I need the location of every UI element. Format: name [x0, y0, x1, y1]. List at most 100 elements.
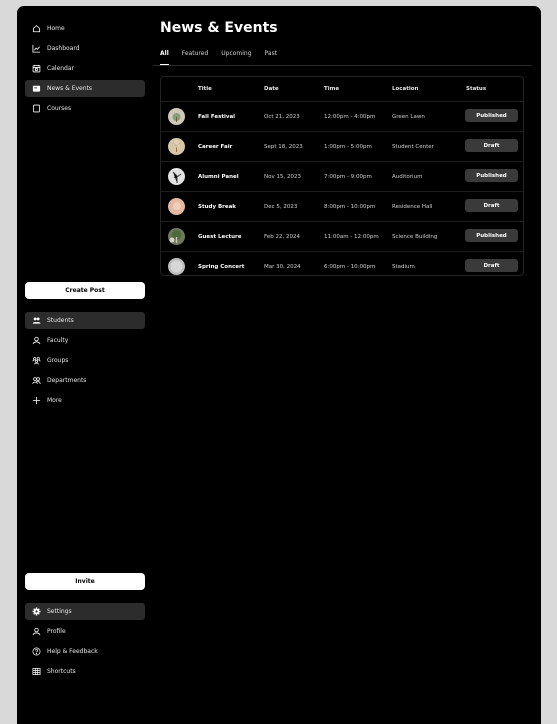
- event-title: Alumni Panel: [198, 174, 239, 180]
- status-badge[interactable]: Published: [465, 169, 518, 182]
- event-location: Auditorium: [392, 174, 423, 180]
- grid-icon: [31, 667, 41, 677]
- groups-icon: [31, 356, 41, 366]
- event-time: 8:00pm - 10:00pm: [324, 204, 376, 210]
- table-row[interactable]: Guest Lecture Feb 22, 2024 11:00am - 12:…: [161, 221, 523, 251]
- status-badge[interactable]: Published: [465, 229, 518, 242]
- sidebar-item-news-events[interactable]: News & Events: [25, 80, 145, 97]
- sidebar-item-courses[interactable]: Courses: [25, 100, 145, 117]
- event-date: Dec 5, 2023: [264, 204, 298, 210]
- event-title: Fall Festival: [198, 114, 236, 120]
- table-row[interactable]: Study Break Dec 5, 2023 8:00pm - 10:00pm…: [161, 191, 523, 221]
- sidebar-item-label: Faculty: [47, 337, 69, 344]
- sidebar-item-label: Help & Feedback: [47, 648, 98, 655]
- event-time: 7:00pm - 9:00pm: [324, 174, 372, 180]
- tab-all[interactable]: All: [160, 50, 169, 65]
- event-thumbnail: [168, 228, 185, 245]
- column-header-status[interactable]: Status: [466, 86, 486, 92]
- event-time: 1:00pm - 5:00pm: [324, 144, 372, 150]
- table-row[interactable]: Fall Festival Oct 21, 2023 12:00pm - 4:0…: [161, 101, 523, 131]
- event-location: Science Building: [392, 234, 438, 240]
- table-row[interactable]: Career Fair Sept 18, 2023 1:00pm - 5:00p…: [161, 131, 523, 161]
- status-badge[interactable]: Draft: [465, 199, 518, 212]
- column-header-date[interactable]: Date: [264, 86, 279, 92]
- sidebar-item-label: More: [47, 397, 62, 404]
- page-title: News & Events: [160, 20, 278, 36]
- event-thumbnail: [168, 198, 185, 215]
- event-title: Spring Concert: [198, 264, 245, 270]
- calendar-icon: [31, 64, 41, 74]
- person-icon: [31, 627, 41, 637]
- event-title: Study Break: [198, 204, 236, 210]
- gear-icon: [31, 607, 41, 617]
- tabs-divider: [153, 65, 532, 66]
- table-row[interactable]: Alumni Panel Nov 15, 2023 7:00pm - 9:00p…: [161, 161, 523, 191]
- event-time: 12:00pm - 4:00pm: [324, 114, 376, 120]
- sidebar-item-students[interactable]: Students: [25, 312, 145, 329]
- sidebar-item-label: Dashboard: [47, 45, 80, 52]
- person-icon: [31, 336, 41, 346]
- event-date: Sept 18, 2023: [264, 144, 303, 150]
- sidebar-item-settings[interactable]: Settings: [25, 603, 145, 620]
- event-location: Stadium: [392, 264, 415, 270]
- event-thumbnail: [168, 138, 185, 155]
- plus-icon: [31, 396, 41, 406]
- sidebar-item-groups[interactable]: Groups: [25, 352, 145, 369]
- table-row[interactable]: Spring Concert Mar 30, 2024 6:00pm - 10:…: [161, 251, 523, 281]
- event-time: 11:00am - 12:00pm: [324, 234, 379, 240]
- event-location: Residence Hall: [392, 204, 433, 210]
- sidebar-item-label: Calendar: [47, 65, 74, 72]
- event-date: Oct 21, 2023: [264, 114, 300, 120]
- status-badge[interactable]: Draft: [465, 259, 518, 272]
- book-icon: [31, 104, 41, 114]
- sidebar-item-shortcuts[interactable]: Shortcuts: [25, 663, 145, 680]
- event-title: Career Fair: [198, 144, 233, 150]
- sidebar-item-faculty[interactable]: Faculty: [25, 332, 145, 349]
- event-title: Guest Lecture: [198, 234, 242, 240]
- event-date: Mar 30, 2024: [264, 264, 301, 270]
- event-thumbnail: [168, 258, 185, 275]
- event-thumbnail: [168, 108, 185, 125]
- create-post-button[interactable]: Create Post: [25, 282, 145, 299]
- news-icon: [31, 84, 41, 94]
- sidebar-item-label: Profile: [47, 628, 66, 635]
- students-icon: [31, 316, 41, 326]
- invite-button[interactable]: Invite: [25, 573, 145, 590]
- sidebar-item-more[interactable]: More: [25, 392, 145, 409]
- event-thumbnail: [168, 168, 185, 185]
- sidebar-item-label: Departments: [47, 377, 87, 384]
- sidebar-item-calendar[interactable]: Calendar: [25, 60, 145, 77]
- event-date: Feb 22, 2024: [264, 234, 300, 240]
- event-time: 6:00pm - 10:00pm: [324, 264, 376, 270]
- sidebar-item-home[interactable]: Home: [25, 20, 145, 37]
- sidebar-item-label: Groups: [47, 357, 69, 364]
- sidebar-item-label: Courses: [47, 105, 72, 112]
- sidebar: Home Dashboard Calendar News & Events Co…: [25, 20, 145, 710]
- tab-bar: All Featured Upcoming Past: [160, 50, 290, 65]
- tab-upcoming[interactable]: Upcoming: [221, 50, 251, 64]
- column-header-time[interactable]: Time: [324, 86, 339, 92]
- status-badge[interactable]: Published: [465, 109, 518, 122]
- events-table: Title Date Time Location Status Fall Fes…: [160, 76, 524, 276]
- sidebar-item-dashboard[interactable]: Dashboard: [25, 40, 145, 57]
- sidebar-item-label: Shortcuts: [47, 668, 76, 675]
- event-date: Nov 15, 2023: [264, 174, 301, 180]
- event-location: Student Center: [392, 144, 434, 150]
- app-window: Home Dashboard Calendar News & Events Co…: [17, 6, 541, 724]
- column-header-title[interactable]: Title: [198, 86, 212, 92]
- sidebar-item-departments[interactable]: Departments: [25, 372, 145, 389]
- home-icon: [31, 24, 41, 34]
- departments-icon: [31, 376, 41, 386]
- sidebar-item-label: News & Events: [47, 85, 93, 92]
- sidebar-item-label: Settings: [47, 608, 72, 615]
- sidebar-item-label: Students: [47, 317, 74, 324]
- event-location: Green Lawn: [392, 114, 425, 120]
- tab-past[interactable]: Past: [265, 50, 278, 64]
- status-badge[interactable]: Draft: [465, 139, 518, 152]
- help-icon: [31, 647, 41, 657]
- sidebar-item-help-feedback[interactable]: Help & Feedback: [25, 643, 145, 660]
- sidebar-item-label: Home: [47, 25, 65, 32]
- tab-featured[interactable]: Featured: [182, 50, 208, 64]
- column-header-location[interactable]: Location: [392, 86, 418, 92]
- sidebar-item-profile[interactable]: Profile: [25, 623, 145, 640]
